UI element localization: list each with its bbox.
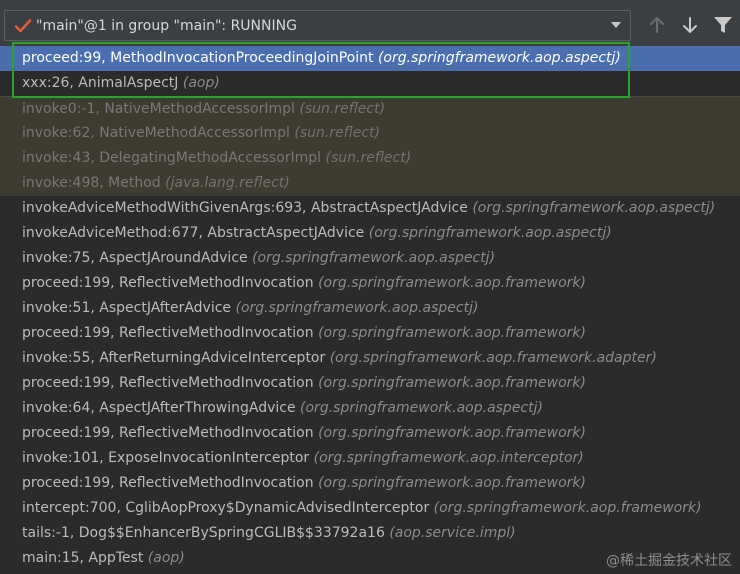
- watermark: @稀土掘金技术社区: [606, 553, 732, 569]
- frame-method: tails:-1, Dog$$EnhancerBySpringCGLIB$$33…: [22, 525, 385, 541]
- arrow-up-icon[interactable]: [646, 14, 668, 36]
- frame-method: proceed:199, ReflectiveMethodInvocation: [22, 425, 314, 441]
- frame-package: (org.springframework.aop.framework): [433, 500, 702, 516]
- frame-package: (org.springframework.aop.aspectj): [368, 225, 612, 241]
- stack-frame-row[interactable]: proceed:99, MethodInvocationProceedingJo…: [0, 46, 740, 71]
- stack-frame-row[interactable]: invoke:55, AfterReturningAdviceIntercept…: [0, 346, 740, 371]
- frame-package: (org.springframework.aop.aspectj): [235, 300, 479, 316]
- frame-package: (org.springframework.aop.framework): [318, 375, 586, 391]
- frame-method: invoke:498, Method: [22, 175, 161, 191]
- stack-frame-row[interactable]: xxx:26, AnimalAspectJ (aop): [0, 71, 740, 96]
- stack-frame-row[interactable]: invoke:101, ExposeInvocationInterceptor …: [0, 446, 740, 471]
- frame-package: (org.springframework.aop.aspectj): [377, 50, 621, 66]
- frame-package: (org.springframework.aop.aspectj): [300, 400, 543, 416]
- frame-package: (org.springframework.aop.aspectj): [252, 250, 496, 266]
- frame-method: proceed:99, MethodInvocationProceedingJo…: [22, 50, 374, 66]
- frame-package: (org.springframework.aop.interceptor): [313, 450, 584, 466]
- frame-method: intercept:700, CglibAopProxy$DynamicAdvi…: [22, 500, 430, 516]
- frame-package: (java.lang.reflect): [165, 175, 290, 191]
- arrow-down-icon[interactable]: [679, 14, 701, 36]
- stack-frame-row[interactable]: proceed:199, ReflectiveMethodInvocation …: [0, 321, 740, 346]
- frame-package: (org.springframework.aop.aspectj): [472, 200, 716, 216]
- frame-package: (sun.reflect): [299, 101, 386, 117]
- dropdown-arrow-icon[interactable]: [611, 22, 621, 29]
- frame-method: xxx:26, AnimalAspectJ: [22, 75, 179, 91]
- frame-method: proceed:199, ReflectiveMethodInvocation: [22, 325, 314, 341]
- stack-frame-row[interactable]: proceed:199, ReflectiveMethodInvocation …: [0, 271, 740, 296]
- stack-frame-row[interactable]: invoke:43, DelegatingMethodAccessorImpl …: [0, 146, 740, 171]
- frame-method: proceed:199, ReflectiveMethodInvocation: [22, 375, 314, 391]
- stack-frame-row[interactable]: invoke:498, Method (java.lang.reflect): [0, 171, 740, 196]
- frame-package: (org.springframework.aop.framework): [318, 425, 586, 441]
- frame-method: invoke:64, AspectJAfterThrowingAdvice: [22, 400, 296, 416]
- check-icon: [14, 19, 32, 33]
- stack-frame-row[interactable]: invokeAdviceMethodWithGivenArgs:693, Abs…: [0, 196, 740, 221]
- frame-package: (org.springframework.aop.framework): [318, 275, 586, 291]
- frame-method: proceed:199, ReflectiveMethodInvocation: [22, 475, 314, 491]
- frame-method: invoke:101, ExposeInvocationInterceptor: [22, 450, 310, 466]
- stack-frame-row[interactable]: proceed:199, ReflectiveMethodInvocation …: [0, 471, 740, 496]
- frame-package: (org.springframework.aop.framework): [318, 475, 586, 491]
- stack-frames-list: proceed:99, MethodInvocationProceedingJo…: [0, 46, 740, 571]
- stack-frame-row[interactable]: invokeAdviceMethod:677, AbstractAspectJA…: [0, 221, 740, 246]
- stack-frame-row[interactable]: invoke:51, AspectJAfterAdvice (org.sprin…: [0, 296, 740, 321]
- frame-package: (org.springframework.aop.framework): [318, 325, 586, 341]
- debugger-frames-toolbar: "main"@1 in group "main": RUNNING: [0, 0, 740, 46]
- frame-method: invoke:62, NativeMethodAccessorImpl: [22, 125, 290, 141]
- stack-frame-row[interactable]: proceed:199, ReflectiveMethodInvocation …: [0, 371, 740, 396]
- thread-label: "main"@1 in group "main": RUNNING: [36, 18, 297, 34]
- frame-method: invokeAdviceMethodWithGivenArgs:693, Abs…: [22, 200, 468, 216]
- stack-frame-row[interactable]: invoke:62, NativeMethodAccessorImpl (sun…: [0, 121, 740, 146]
- frame-package: (aop): [182, 75, 220, 91]
- frame-method: invoke:51, AspectJAfterAdvice: [22, 300, 232, 316]
- thread-selector-dropdown[interactable]: "main"@1 in group "main": RUNNING: [4, 10, 631, 41]
- frame-package: (aop.service.impl): [389, 525, 516, 541]
- stack-frame-row[interactable]: tails:-1, Dog$$EnhancerBySpringCGLIB$$33…: [0, 521, 740, 546]
- frame-method: invoke:43, DelegatingMethodAccessorImpl: [22, 150, 322, 166]
- frame-method: proceed:199, ReflectiveMethodInvocation: [22, 275, 314, 291]
- stack-frame-row[interactable]: intercept:700, CglibAopProxy$DynamicAdvi…: [0, 496, 740, 521]
- frame-method: invoke:55, AfterReturningAdviceIntercept…: [22, 350, 326, 366]
- frame-method: invoke0:-1, NativeMethodAccessorImpl: [22, 101, 295, 117]
- stack-frame-row[interactable]: invoke:64, AspectJAfterThrowingAdvice (o…: [0, 396, 740, 421]
- frame-method: main:15, AppTest: [22, 550, 144, 566]
- stack-frame-row[interactable]: proceed:199, ReflectiveMethodInvocation …: [0, 421, 740, 446]
- frame-package: (sun.reflect): [294, 125, 380, 141]
- filter-icon[interactable]: [712, 14, 734, 36]
- frame-method: invokeAdviceMethod:677, AbstractAspectJA…: [22, 225, 365, 241]
- stack-frame-row[interactable]: invoke:75, AspectJAroundAdvice (org.spri…: [0, 246, 740, 271]
- frame-method: invoke:75, AspectJAroundAdvice: [22, 250, 248, 266]
- frame-package: (aop): [147, 550, 185, 566]
- frame-package: (org.springframework.aop.framework.adapt…: [329, 350, 657, 366]
- frame-package: (sun.reflect): [325, 150, 412, 166]
- stack-frame-row[interactable]: invoke0:-1, NativeMethodAccessorImpl (su…: [0, 96, 740, 121]
